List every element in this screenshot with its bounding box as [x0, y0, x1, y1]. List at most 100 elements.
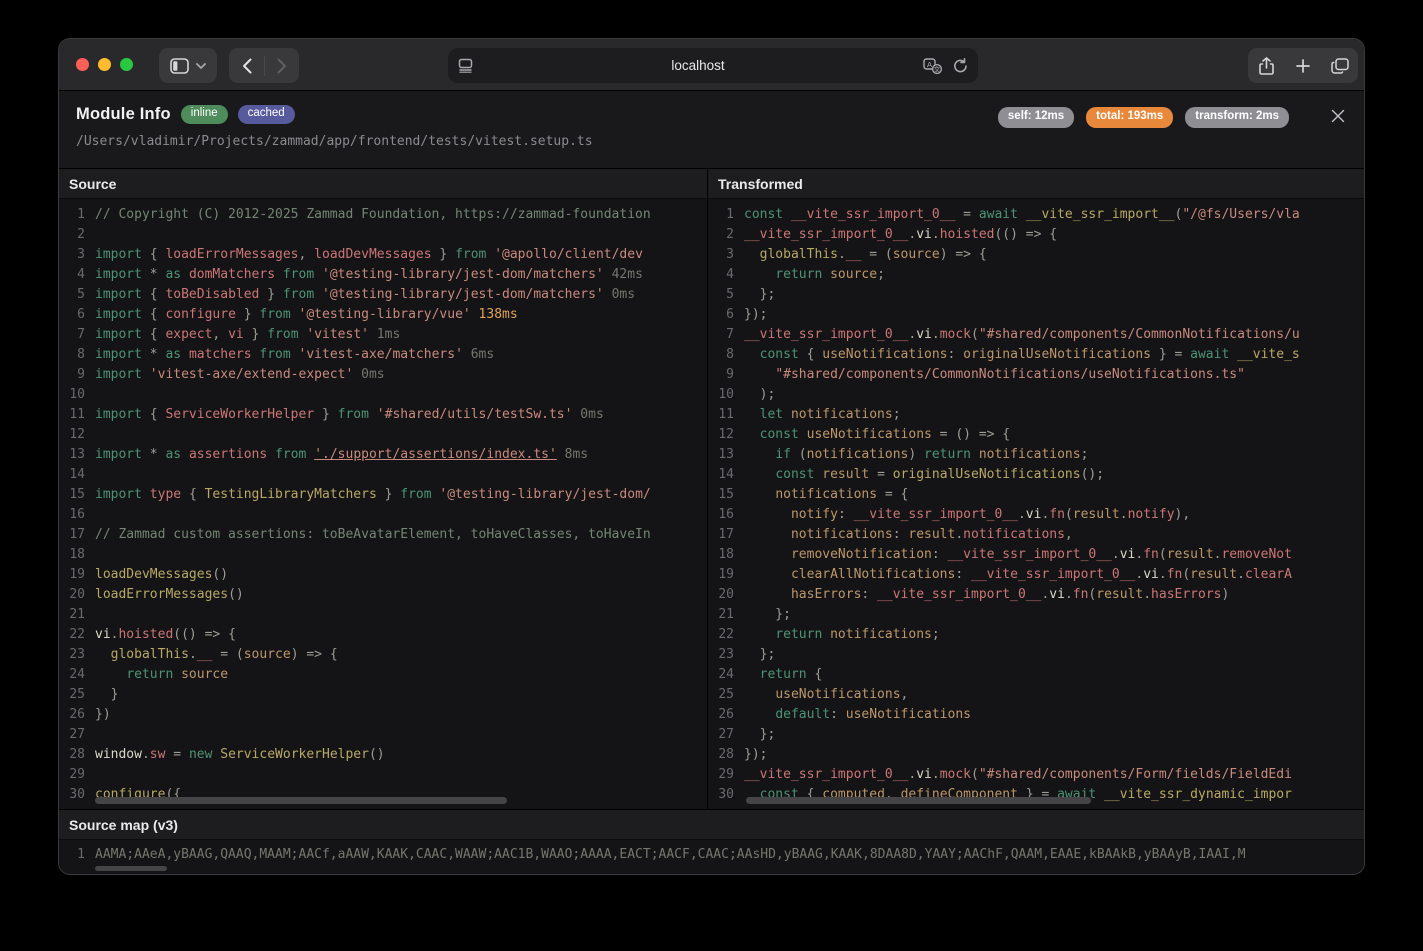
code-line: 7import { expect, vi } from 'vitest' 1ms: [59, 325, 707, 345]
code-line: 29__vite_ssr_import_0__.vi.mock("#shared…: [708, 765, 1364, 785]
code-line: 20loadErrorMessages(): [59, 585, 707, 605]
code-line: 1AAMA;AAeA,yBAAG,QAAQ,MAAM;AACf,aAAW,KAA…: [59, 845, 1364, 865]
close-button[interactable]: [1327, 105, 1349, 127]
transformed-code: 1const __vite_ssr_import_0__ = await __v…: [708, 199, 1364, 809]
close-window-button[interactable]: [76, 58, 89, 71]
translate-icon[interactable]: A文: [923, 58, 943, 74]
code-line: 18 removeNotification: __vite_ssr_import…: [708, 545, 1364, 565]
code-line: 1// Copyright (C) 2012-2025 Zammad Found…: [59, 205, 707, 225]
sourcemap-title: Source map (v3): [59, 810, 1364, 840]
code-line: 5 };: [708, 285, 1364, 305]
code-line: 3import { loadErrorMessages, loadDevMess…: [59, 245, 707, 265]
code-line: 15import type { TestingLibraryMatchers }…: [59, 485, 707, 505]
code-line: 8 const { useNotifications: originalUseN…: [708, 345, 1364, 365]
reload-icon[interactable]: [953, 58, 968, 74]
sidebar-icon: [170, 58, 189, 74]
code-line: 14: [59, 465, 707, 485]
source-panel-title: Source: [59, 169, 707, 199]
code-line: 9 "#shared/components/CommonNotification…: [708, 365, 1364, 385]
transform-time-badge: transform: 2ms: [1185, 107, 1289, 128]
browser-window: localhost A文 Module Inf: [58, 38, 1365, 875]
code-line: 4import * as domMatchers from '@testing-…: [59, 265, 707, 285]
share-button[interactable]: [1248, 48, 1285, 83]
toolbar-right-buttons: [1248, 48, 1358, 83]
url-text[interactable]: localhost: [473, 58, 923, 73]
code-line: 24 return {: [708, 665, 1364, 685]
code-line: 26 default: useNotifications: [708, 705, 1364, 725]
transformed-horizontal-scrollbar[interactable]: [746, 797, 1091, 804]
code-line: 12 const useNotifications = () => {: [708, 425, 1364, 445]
code-line: 1const __vite_ssr_import_0__ = await __v…: [708, 205, 1364, 225]
code-line: 18: [59, 545, 707, 565]
code-line: 27: [59, 725, 707, 745]
code-line: 2: [59, 225, 707, 245]
code-line: 12: [59, 425, 707, 445]
zoom-window-button[interactable]: [120, 58, 133, 71]
code-line: 20 hasErrors: __vite_ssr_import_0__.vi.f…: [708, 585, 1364, 605]
address-bar[interactable]: localhost A文: [448, 48, 978, 83]
sourcemap-horizontal-scrollbar[interactable]: [95, 866, 167, 871]
forward-button[interactable]: [265, 48, 299, 83]
code-line: 2__vite_ssr_import_0__.vi.hoisted(() => …: [708, 225, 1364, 245]
cached-badge: cached: [238, 105, 295, 124]
chevron-down-icon: [196, 63, 206, 69]
code-line: 21 };: [708, 605, 1364, 625]
traffic-lights: [76, 58, 133, 71]
back-button[interactable]: [230, 48, 264, 83]
code-line: 25 }: [59, 685, 707, 705]
code-line: 10: [59, 385, 707, 405]
code-line: 6});: [708, 305, 1364, 325]
code-line: 28window.sw = new ServiceWorkerHelper(): [59, 745, 707, 765]
code-line: 23 };: [708, 645, 1364, 665]
total-time-badge: total: 193ms: [1086, 107, 1173, 128]
timing-badges: self: 12ms total: 193ms transform: 2ms: [998, 107, 1289, 128]
code-line: 21: [59, 605, 707, 625]
code-panels: Source 1// Copyright (C) 2012-2025 Zamma…: [59, 169, 1364, 809]
source-panel: Source 1// Copyright (C) 2012-2025 Zamma…: [59, 169, 708, 809]
code-line: 23 globalThis.__ = (source) => {: [59, 645, 707, 665]
nav-buttons: [229, 48, 299, 83]
minimize-window-button[interactable]: [98, 58, 111, 71]
code-line: 27 };: [708, 725, 1364, 745]
code-line: 3 globalThis.__ = (source) => {: [708, 245, 1364, 265]
page-title: Module Info: [76, 105, 171, 124]
code-line: 8import * as matchers from 'vitest-axe/m…: [59, 345, 707, 365]
code-line: 10 );: [708, 385, 1364, 405]
code-line: 19 clearAllNotifications: __vite_ssr_imp…: [708, 565, 1364, 585]
tab-overview-button[interactable]: [1321, 48, 1358, 83]
sidebar-toggle-button[interactable]: [159, 48, 217, 83]
code-line: 22 return notifications;: [708, 625, 1364, 645]
code-line: 22vi.hoisted(() => {: [59, 625, 707, 645]
code-line: 9import 'vitest-axe/extend-expect' 0ms: [59, 365, 707, 385]
code-line: 11 let notifications;: [708, 405, 1364, 425]
code-line: 17// Zammad custom assertions: toBeAvata…: [59, 525, 707, 545]
sourcemap-code: 1AAMA;AAeA,yBAAG,QAAQ,MAAM;AACf,aAAW,KAA…: [59, 840, 1364, 874]
transformed-panel: Transformed 1const __vite_ssr_import_0__…: [708, 169, 1364, 809]
code-line: 13import * as assertions from './support…: [59, 445, 707, 465]
source-code: 1// Copyright (C) 2012-2025 Zammad Found…: [59, 199, 707, 809]
browser-toolbar: localhost A文: [59, 39, 1364, 91]
code-line: 15 notifications = {: [708, 485, 1364, 505]
module-info-header: Module Info inline cached /Users/vladimi…: [59, 91, 1364, 169]
module-file-path: /Users/vladimir/Projects/zammad/app/fron…: [76, 134, 1344, 149]
code-line: 17 notifications: result.notifications,: [708, 525, 1364, 545]
code-line: 7__vite_ssr_import_0__.vi.mock("#shared/…: [708, 325, 1364, 345]
inline-badge: inline: [181, 105, 228, 124]
code-line: 4 return source;: [708, 265, 1364, 285]
code-line: 16 notify: __vite_ssr_import_0__.vi.fn(r…: [708, 505, 1364, 525]
new-tab-button[interactable]: [1285, 48, 1322, 83]
self-time-badge: self: 12ms: [998, 107, 1074, 128]
code-line: 19loadDevMessages(): [59, 565, 707, 585]
code-line: 29: [59, 765, 707, 785]
code-line: 5import { toBeDisabled } from '@testing-…: [59, 285, 707, 305]
sourcemap-section: Source map (v3) 1AAMA;AAeA,yBAAG,QAAQ,MA…: [59, 809, 1364, 874]
code-line: 6import { configure } from '@testing-lib…: [59, 305, 707, 325]
code-line: 24 return source: [59, 665, 707, 685]
source-horizontal-scrollbar[interactable]: [95, 797, 507, 804]
reader-icon[interactable]: [458, 58, 473, 73]
code-line: 13 if (notifications) return notificatio…: [708, 445, 1364, 465]
transformed-panel-title: Transformed: [708, 169, 1364, 199]
svg-text:A: A: [927, 59, 932, 68]
svg-text:文: 文: [934, 64, 941, 73]
code-line: 16: [59, 505, 707, 525]
